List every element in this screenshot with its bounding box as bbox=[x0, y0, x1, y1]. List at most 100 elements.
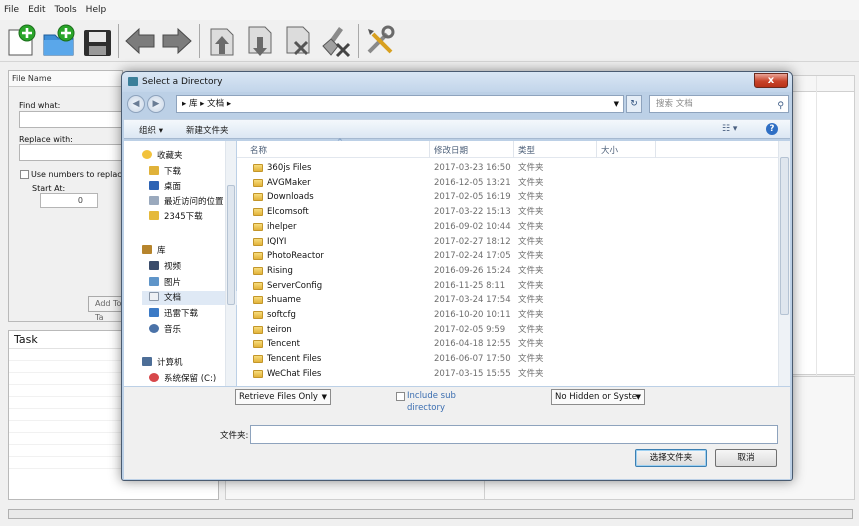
replace-with-input[interactable] bbox=[19, 144, 123, 161]
tree-thunder-downloads[interactable]: 迅雷下载 bbox=[149, 307, 198, 321]
forward-arrow-icon[interactable] bbox=[158, 22, 196, 60]
tree-desktop[interactable]: 桌面 bbox=[149, 180, 181, 194]
delete-icon[interactable] bbox=[279, 22, 317, 60]
column-size[interactable]: 大小 bbox=[601, 144, 618, 156]
folder-row[interactable]: AVGMaker 2016-12-05 13:21 文件夹 bbox=[237, 176, 777, 191]
folder-row[interactable]: 360js Files 2017-03-23 16:50 文件夹 bbox=[237, 161, 777, 176]
cancel-button[interactable]: 取消 bbox=[715, 449, 777, 467]
tree-scroll-thumb[interactable] bbox=[227, 185, 235, 305]
tree-scrollbar[interactable] bbox=[225, 141, 236, 386]
tree-library[interactable]: 库 bbox=[142, 244, 166, 258]
tree-computer[interactable]: 计算机 bbox=[142, 356, 183, 370]
tree-2345-downloads[interactable]: 2345下载 bbox=[149, 210, 203, 224]
folder-list-header: 名称 ^ 修改日期 类型 大小 bbox=[237, 138, 778, 158]
folder-row[interactable]: Elcomsoft 2017-03-22 15:13 文件夹 bbox=[237, 205, 777, 220]
column-name[interactable]: 名称 bbox=[250, 144, 267, 156]
new-file-icon[interactable] bbox=[3, 22, 41, 60]
organize-menu[interactable]: 组织 ▾ bbox=[139, 124, 163, 136]
menu-help[interactable]: Help bbox=[86, 5, 107, 15]
folder-row[interactable]: PhotoReactor 2017-02-24 17:05 文件夹 bbox=[237, 249, 777, 264]
folder-row[interactable]: Rising 2016-09-26 15:24 文件夹 bbox=[237, 264, 777, 279]
folder-icon bbox=[253, 266, 263, 275]
view-options-icon[interactable]: ☷ ▾ bbox=[722, 124, 737, 134]
hidden-files-select[interactable]: No Hidden or Syste ▼ bbox=[551, 389, 645, 405]
new-folder-button[interactable]: 新建文件夹 bbox=[186, 124, 229, 136]
search-input[interactable]: 搜索 文档 ⚲ bbox=[649, 95, 789, 113]
folder-row[interactable]: WeChat Files 2017-03-15 15:55 文件夹 bbox=[237, 367, 777, 382]
menu-file[interactable]: File bbox=[4, 5, 19, 15]
folder-type: 文件夹 bbox=[518, 324, 544, 335]
folder-type: 文件夹 bbox=[518, 265, 544, 276]
tree-recent-places[interactable]: 最近访问的位置 bbox=[149, 195, 224, 209]
folder-input[interactable] bbox=[250, 425, 778, 444]
tree-system-drive[interactable]: 系统保留 (C:) bbox=[149, 372, 216, 386]
find-what-input[interactable] bbox=[19, 111, 123, 128]
include-subdirectory-checkbox[interactable] bbox=[396, 392, 405, 401]
address-bar[interactable]: ▸ 库 ▸ 文档 ▸ ▼ bbox=[176, 95, 624, 113]
open-folder-icon[interactable] bbox=[40, 22, 78, 60]
replace-with-label: Replace with: bbox=[19, 135, 73, 144]
find-what-label: Find what: bbox=[19, 101, 61, 110]
file-name-column-header[interactable]: File Name bbox=[9, 71, 122, 87]
menu-edit[interactable]: Edit bbox=[28, 5, 45, 15]
tree-videos[interactable]: 视频 bbox=[149, 260, 181, 274]
folder-row[interactable]: softcfg 2016-10-20 10:11 文件夹 bbox=[237, 308, 777, 323]
settings-tools-icon[interactable] bbox=[361, 22, 399, 60]
folder-row[interactable]: Downloads 2017-02-05 16:19 文件夹 bbox=[237, 190, 777, 205]
chevron-down-icon: ▼ bbox=[635, 393, 641, 401]
folder-date: 2016-09-26 15:24 bbox=[434, 265, 511, 276]
tree-favorites[interactable]: 收藏夹 bbox=[142, 149, 183, 163]
tree-music[interactable]: 音乐 bbox=[149, 323, 181, 337]
save-icon[interactable] bbox=[78, 22, 116, 60]
folder-name: shuame bbox=[267, 295, 301, 306]
help-icon[interactable]: ? bbox=[766, 123, 778, 135]
menu-tools[interactable]: Tools bbox=[55, 5, 77, 15]
column-separator[interactable] bbox=[596, 141, 597, 158]
retrieve-mode-select[interactable]: Retrieve Files Only ▼ bbox=[235, 389, 331, 405]
folder-date: 2017-03-22 15:13 bbox=[434, 207, 511, 218]
folder-type: 文件夹 bbox=[518, 339, 544, 350]
folder-name: Elcomsoft bbox=[267, 207, 309, 218]
refresh-icon[interactable]: ↻ bbox=[626, 95, 642, 113]
folder-type: 文件夹 bbox=[518, 310, 544, 320]
clear-icon[interactable] bbox=[317, 22, 355, 60]
folder-row[interactable]: ServerConfig 2016-11-25 8:11 文件夹 bbox=[237, 279, 777, 294]
select-folder-button[interactable]: 选择文件夹 bbox=[635, 449, 707, 467]
column-separator[interactable] bbox=[513, 141, 514, 158]
drive-icon bbox=[149, 373, 159, 382]
folder-row[interactable]: Tencent Files 2016-06-07 17:50 文件夹 bbox=[237, 352, 777, 367]
folder-date: 2017-03-24 17:54 bbox=[434, 295, 511, 306]
back-arrow-icon[interactable] bbox=[121, 22, 159, 60]
folder-date: 2016-09-02 10:44 bbox=[434, 221, 511, 232]
folder-row[interactable]: shuame 2017-03-24 17:54 文件夹 bbox=[237, 293, 777, 308]
column-separator[interactable] bbox=[655, 141, 656, 158]
tree-pictures[interactable]: 图片 bbox=[149, 276, 181, 290]
folder-row[interactable]: ihelper 2016-09-02 10:44 文件夹 bbox=[237, 220, 777, 235]
folder-row[interactable]: teiron 2017-02-05 9:59 文件夹 bbox=[237, 323, 777, 338]
start-at-spinner[interactable]: 0 bbox=[40, 193, 98, 208]
toolbar-separator bbox=[118, 24, 119, 58]
tree-downloads[interactable]: 下载 bbox=[149, 165, 181, 179]
folder-name: Tencent bbox=[267, 339, 300, 350]
use-numbers-checkbox[interactable] bbox=[20, 170, 29, 179]
folder-row[interactable]: IQIYI 2017-02-27 18:12 文件夹 bbox=[237, 235, 777, 250]
folder-list-scrollbar[interactable] bbox=[778, 141, 790, 386]
folder-icon bbox=[149, 211, 159, 220]
back-icon[interactable]: ◀ bbox=[127, 95, 145, 113]
pictures-icon bbox=[149, 277, 159, 286]
search-icon[interactable]: ⚲ bbox=[777, 98, 784, 114]
close-button[interactable]: x bbox=[754, 73, 788, 88]
column-date[interactable]: 修改日期 bbox=[434, 144, 468, 156]
folder-name: AVGMaker bbox=[267, 177, 311, 188]
folder-row[interactable]: Tencent 2016-04-18 12:55 文件夹 bbox=[237, 337, 777, 352]
forward-icon[interactable]: ▶ bbox=[147, 95, 165, 113]
dialog-title-bar[interactable]: Select a Directory x bbox=[122, 72, 792, 92]
include-subdirectory-label[interactable]: Include sub directory bbox=[407, 390, 467, 414]
tree-documents[interactable]: 文档 bbox=[142, 291, 238, 305]
column-type[interactable]: 类型 bbox=[518, 144, 535, 156]
folder-list-scroll-thumb[interactable] bbox=[780, 157, 789, 315]
address-dropdown-icon[interactable]: ▼ bbox=[614, 96, 619, 112]
move-down-icon[interactable] bbox=[241, 22, 279, 60]
column-separator[interactable] bbox=[429, 141, 430, 158]
move-up-icon[interactable] bbox=[203, 22, 241, 60]
